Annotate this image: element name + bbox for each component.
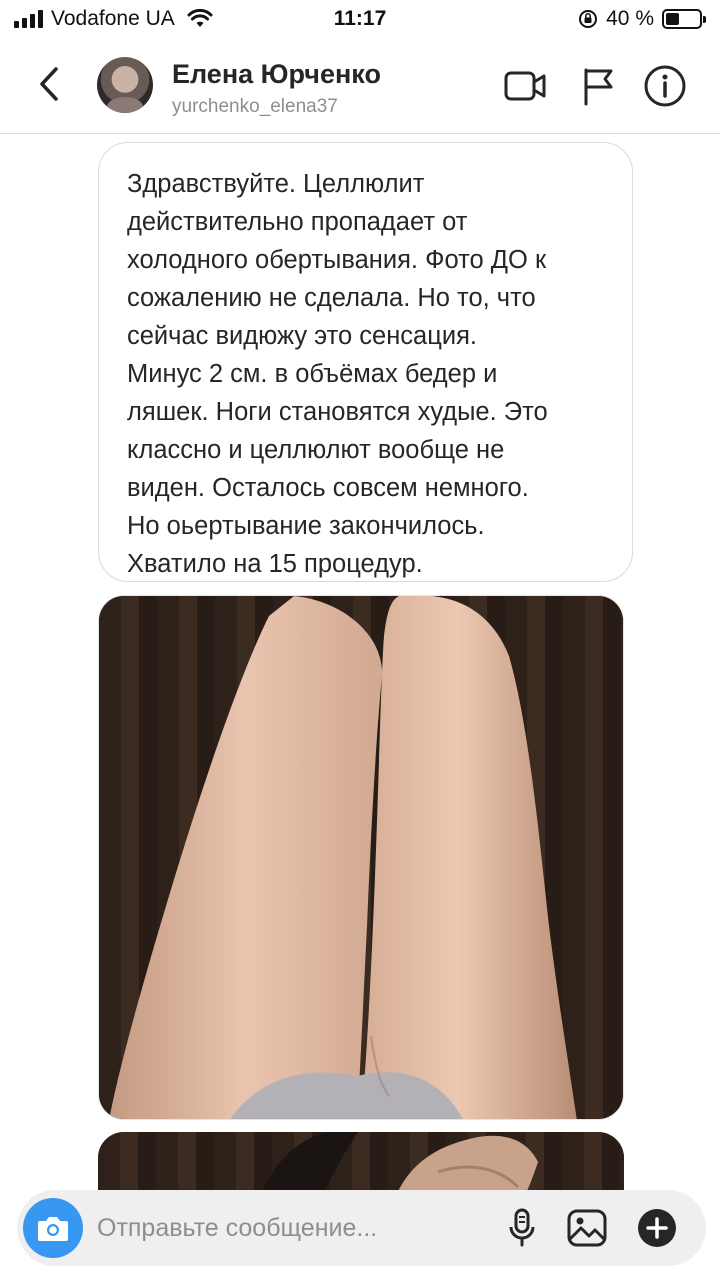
flag-icon[interactable] — [576, 66, 620, 106]
microphone-icon[interactable] — [501, 1207, 543, 1249]
message-input[interactable] — [97, 1210, 477, 1246]
plus-icon[interactable] — [636, 1207, 678, 1249]
back-icon[interactable] — [34, 64, 68, 104]
camera-button[interactable] — [23, 1198, 83, 1258]
battery-percent: 40 % — [606, 7, 654, 30]
avatar[interactable] — [97, 57, 153, 113]
video-call-icon[interactable] — [503, 66, 547, 106]
contact-name[interactable]: Елена Юрченко — [172, 59, 381, 90]
orientation-lock-icon — [579, 10, 598, 28]
battery-level — [666, 13, 679, 25]
camera-icon — [38, 1217, 68, 1241]
info-icon[interactable] — [643, 65, 687, 107]
photo-legs-image — [109, 596, 577, 1119]
contact-username[interactable]: yurchenko_elena37 — [172, 96, 338, 118]
message-photo[interactable] — [98, 595, 624, 1120]
chat-header: Елена Юрченко yurchenko_elena37 — [0, 40, 720, 134]
message-composer — [17, 1190, 706, 1266]
status-bar: Vodafone UA 11:17 40 % — [0, 0, 720, 40]
battery-icon — [662, 9, 706, 29]
message-bubble[interactable]: Здравствуйте. Целлюлит действительно про… — [98, 142, 633, 582]
message-text: Здравствуйте. Целлюлит действительно про… — [127, 170, 548, 578]
gallery-icon[interactable] — [566, 1207, 608, 1249]
status-right: 40 % — [578, 7, 706, 31]
